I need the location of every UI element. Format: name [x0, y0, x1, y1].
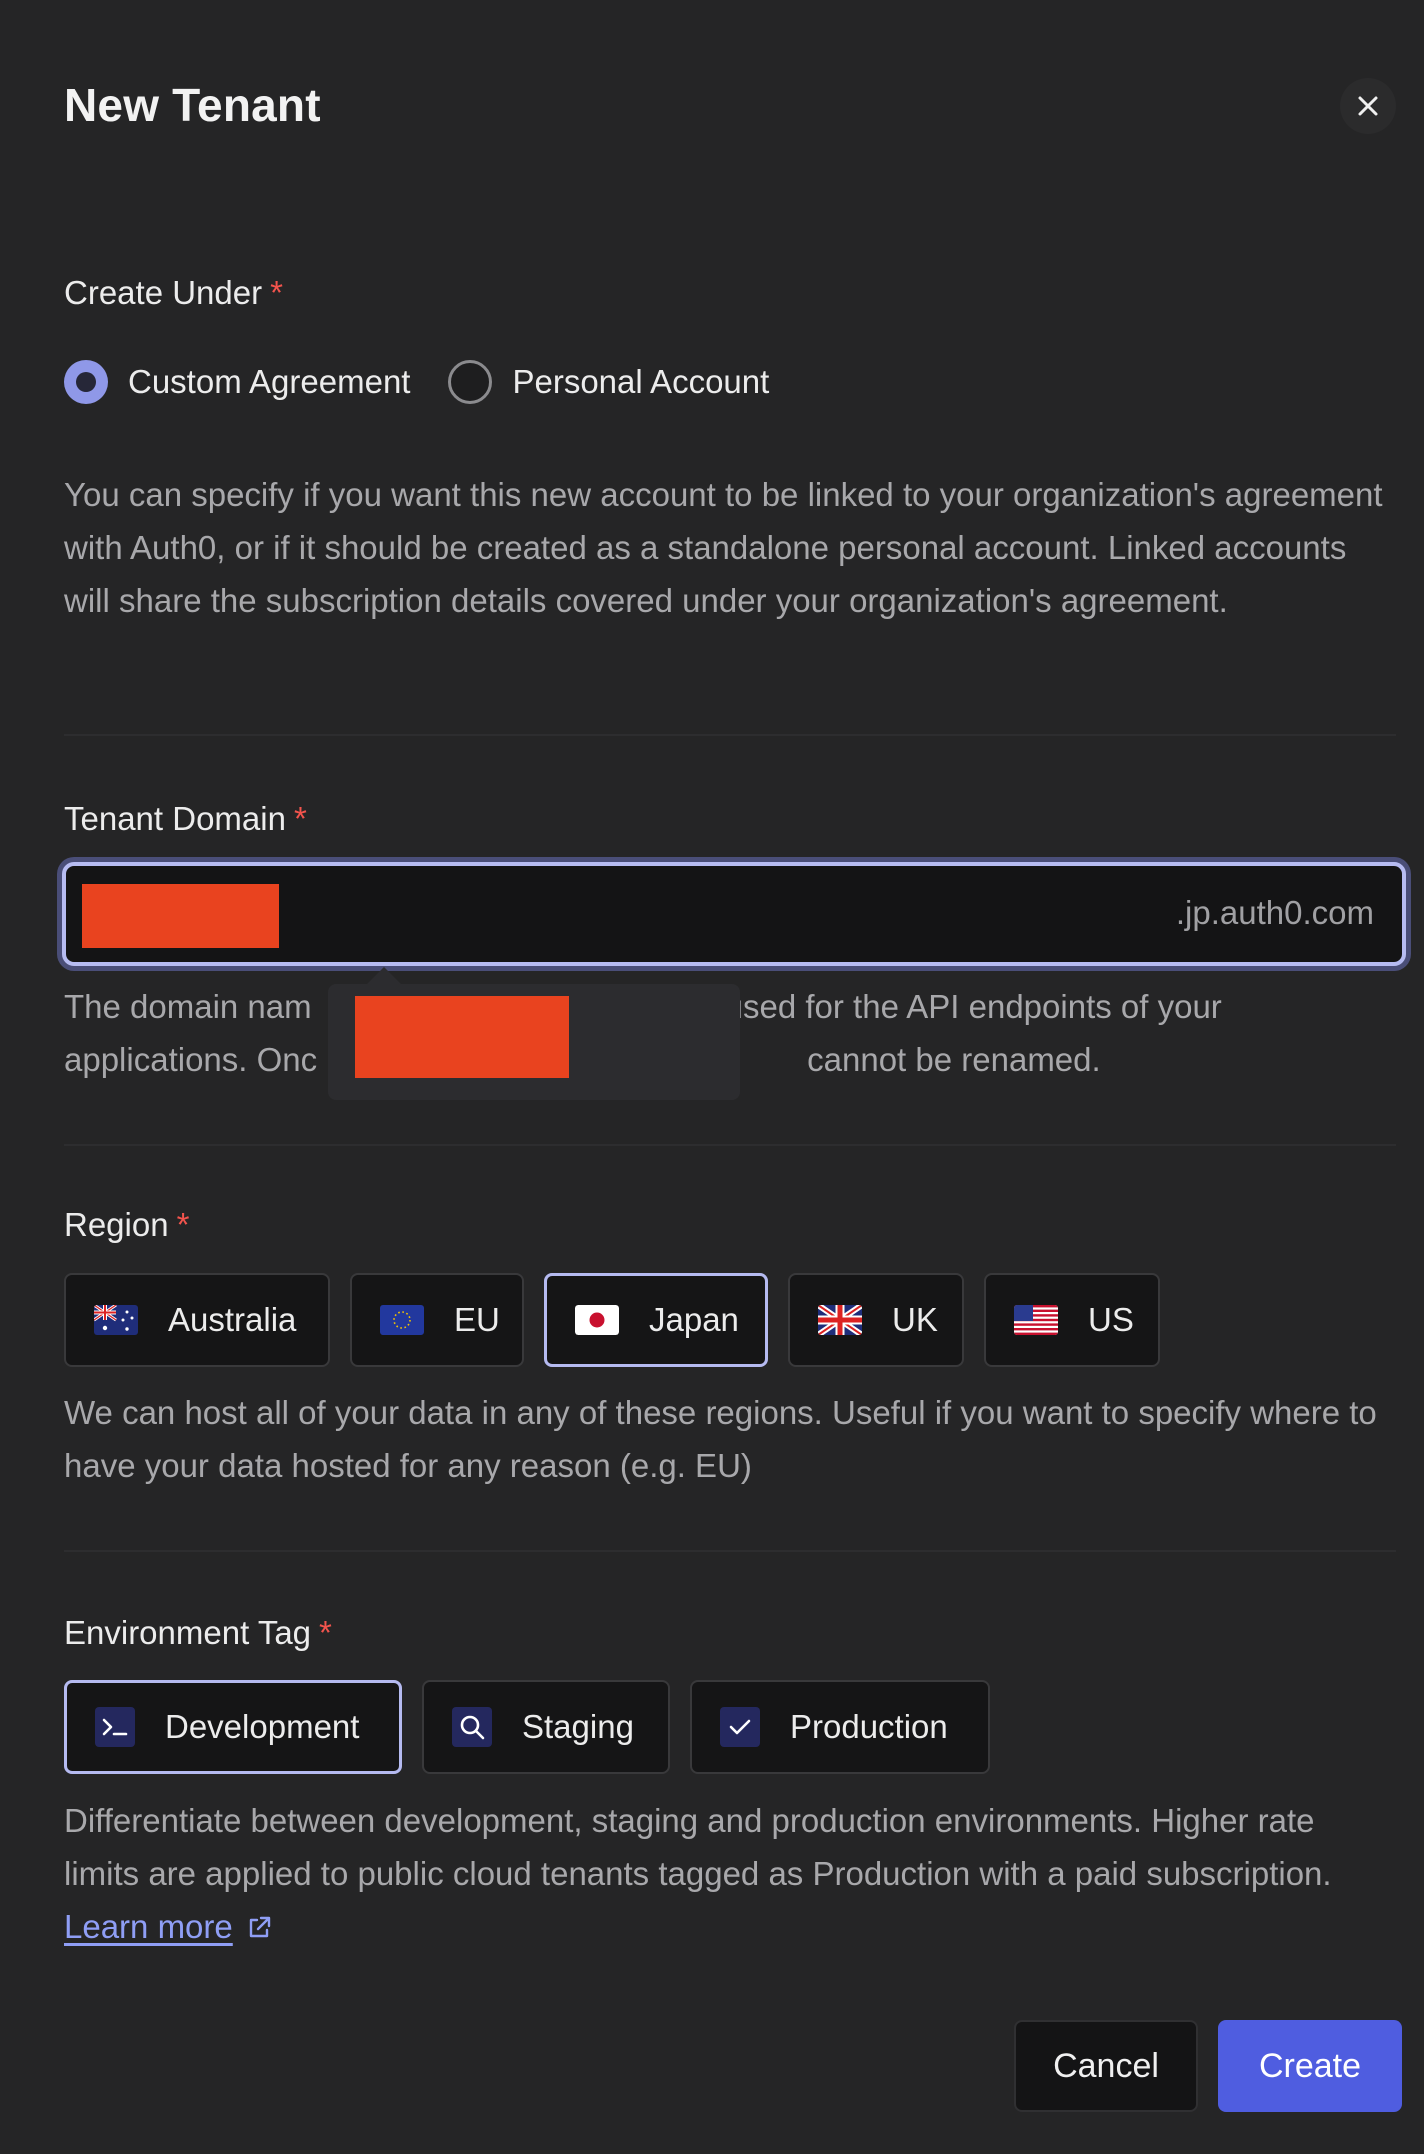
region-japan-button[interactable]: Japan	[544, 1273, 768, 1367]
radio-unchecked-indicator[interactable]	[448, 360, 493, 404]
radio-custom-agreement[interactable]: Custom Agreement	[64, 360, 410, 404]
create-button[interactable]: Create	[1218, 2020, 1402, 2112]
required-mark: *	[293, 800, 307, 837]
new-tenant-dialog: New Tenant Create Under * Custom Agreemen…	[0, 0, 1424, 2154]
close-icon	[1358, 96, 1378, 116]
region-label: EU	[454, 1301, 500, 1338]
checkmark-icon	[720, 1707, 760, 1747]
region-help: We can host all of your data in any of t…	[64, 1394, 1377, 1484]
learn-more-label: Learn more	[64, 1908, 233, 1945]
region-eu-button[interactable]: EU	[350, 1273, 524, 1367]
us-flag-icon	[1014, 1305, 1058, 1335]
divider	[64, 1550, 1396, 1552]
region-label: US	[1088, 1301, 1134, 1338]
japan-flag-icon	[575, 1305, 619, 1335]
environment-options: Development Staging Production	[64, 1680, 1010, 1774]
env-label: Staging	[522, 1708, 634, 1745]
help-line-2-start: applications. Onc	[64, 1041, 318, 1078]
divider	[64, 1144, 1396, 1146]
environment-help-text: Differentiate between development, stagi…	[64, 1802, 1332, 1892]
redacted-domain-value	[82, 884, 279, 948]
dialog-title: New Tenant	[64, 79, 321, 131]
region-label: Japan	[649, 1301, 739, 1338]
environment-help: Differentiate between development, stagi…	[64, 1794, 1384, 1953]
domain-suffix: .jp.auth0.com	[1175, 894, 1374, 931]
learn-more-link[interactable]: Learn more	[64, 1908, 233, 1945]
uk-flag-icon	[818, 1305, 862, 1335]
redacted-tooltip-content	[355, 996, 569, 1078]
radio-label: Custom Agreement	[128, 363, 411, 400]
env-production-button[interactable]: Production	[690, 1680, 990, 1774]
cancel-button[interactable]: Cancel	[1014, 2020, 1198, 2112]
tenant-domain-input[interactable]: .jp.auth0.com	[62, 862, 1406, 966]
required-mark: *	[319, 1614, 332, 1651]
region-options: Australia EU Japan UK US	[64, 1273, 1180, 1367]
required-mark: *	[176, 1206, 190, 1243]
radio-personal-account[interactable]: Personal Account	[448, 360, 769, 404]
search-icon	[452, 1707, 492, 1747]
environment-tag-label: Environment Tag *	[64, 1614, 332, 1652]
tenant-domain-label: Tenant Domain *	[64, 800, 307, 838]
env-label: Production	[790, 1708, 948, 1745]
help-line-1-end: used for the API endpoints of your	[724, 988, 1222, 1025]
create-under-help: You can specify if you want this new acc…	[64, 476, 1383, 619]
required-mark: *	[270, 274, 283, 311]
radio-label: Personal Account	[512, 363, 770, 400]
eu-flag-icon	[380, 1305, 424, 1335]
domain-tooltip	[328, 984, 740, 1100]
divider	[64, 734, 1396, 736]
region-uk-button[interactable]: UK	[788, 1273, 964, 1367]
env-label: Development	[165, 1708, 360, 1745]
region-us-button[interactable]: US	[984, 1273, 1160, 1367]
tenant-domain-label-text: Tenant Domain	[64, 800, 286, 837]
help-line-1-start: The domain nam	[64, 988, 312, 1025]
close-button[interactable]	[1340, 78, 1396, 134]
region-australia-button[interactable]: Australia	[64, 1273, 330, 1367]
radio-checked-indicator[interactable]	[64, 360, 108, 404]
env-development-button[interactable]: Development	[64, 1680, 402, 1774]
help-line-2-end: cannot be renamed.	[807, 1041, 1101, 1078]
env-staging-button[interactable]: Staging	[422, 1680, 670, 1774]
create-under-radio-group: Custom Agreement Personal Account	[64, 360, 807, 404]
australia-flag-icon	[94, 1305, 138, 1335]
region-label-text: Region	[64, 1206, 169, 1243]
create-under-label-text: Create Under	[64, 274, 263, 311]
region-label: UK	[892, 1301, 938, 1338]
region-label: Australia	[168, 1301, 297, 1338]
region-label: Region *	[64, 1206, 189, 1244]
create-under-label: Create Under *	[64, 274, 283, 312]
environment-tag-label-text: Environment Tag	[64, 1614, 312, 1651]
external-link-icon[interactable]	[245, 1914, 273, 1942]
terminal-icon	[95, 1707, 135, 1747]
